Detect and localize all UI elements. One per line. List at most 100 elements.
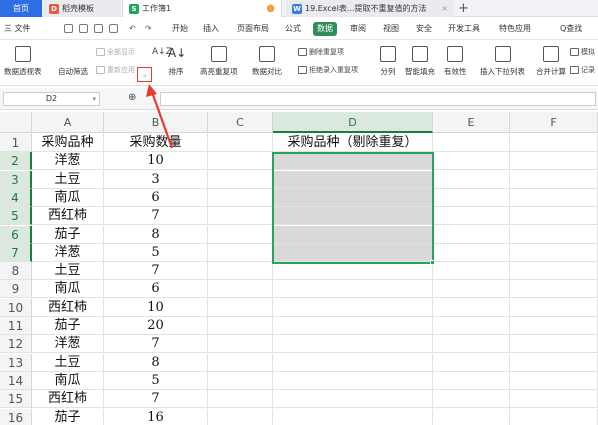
cell-b16[interactable]: 16 bbox=[104, 408, 208, 425]
cell-d4[interactable] bbox=[273, 188, 433, 207]
row-header-2[interactable]: 2 bbox=[0, 152, 32, 171]
simulate-button[interactable]: 模拟 bbox=[570, 47, 595, 57]
cell-c16[interactable] bbox=[208, 408, 273, 425]
row-header-1[interactable]: 1 bbox=[0, 134, 32, 152]
cell-b3[interactable]: 3 bbox=[104, 170, 208, 189]
menu-home[interactable]: 开始 bbox=[172, 18, 188, 40]
cell-f1[interactable] bbox=[510, 134, 598, 152]
menu-insert[interactable]: 插入 bbox=[203, 18, 219, 40]
cell-b5[interactable]: 7 bbox=[104, 207, 208, 226]
cell-a11[interactable]: 茄子 bbox=[32, 317, 104, 335]
cell-d6[interactable] bbox=[273, 225, 433, 244]
cell-d5[interactable] bbox=[273, 207, 433, 226]
menu-formula[interactable]: 公式 bbox=[285, 18, 301, 40]
cell-a15[interactable]: 西红柿 bbox=[32, 390, 104, 409]
row-header-3[interactable]: 3 bbox=[0, 170, 32, 189]
cell-f10[interactable] bbox=[510, 298, 598, 317]
save-icon[interactable] bbox=[64, 24, 73, 33]
menu-features[interactable]: 特色应用 bbox=[499, 18, 531, 40]
cell-c15[interactable] bbox=[208, 390, 273, 409]
column-header-e[interactable]: E bbox=[433, 112, 510, 133]
cell-d3[interactable] bbox=[273, 170, 433, 189]
menu-security[interactable]: 安全 bbox=[416, 18, 432, 40]
reject-dup-button[interactable]: 拒绝录入重复项 bbox=[298, 65, 358, 75]
menu-developer[interactable]: 开发工具 bbox=[448, 18, 480, 40]
cell-e14[interactable] bbox=[433, 371, 510, 390]
cell-c10[interactable] bbox=[208, 298, 273, 317]
cell-e7[interactable] bbox=[433, 243, 510, 262]
cell-a14[interactable]: 南瓜 bbox=[32, 371, 104, 390]
tab-docer[interactable]: D 稻壳模板 bbox=[43, 0, 121, 17]
row-header-14[interactable]: 14 bbox=[0, 371, 32, 390]
cell-d7[interactable] bbox=[273, 243, 433, 262]
cell-c5[interactable] bbox=[208, 207, 273, 226]
cell-a6[interactable]: 茄子 bbox=[32, 225, 104, 244]
row-header-9[interactable]: 9 bbox=[0, 280, 32, 299]
redo-icon[interactable]: ↷ bbox=[145, 18, 152, 40]
show-all-button[interactable]: 全部显示 bbox=[96, 47, 135, 57]
export-icon[interactable] bbox=[79, 24, 88, 33]
cell-b1[interactable]: 采购数量 bbox=[104, 134, 208, 152]
cell-f6[interactable] bbox=[510, 225, 598, 244]
cell-d10[interactable] bbox=[273, 298, 433, 317]
cell-a3[interactable]: 土豆 bbox=[32, 170, 104, 189]
cell-e5[interactable] bbox=[433, 207, 510, 226]
cell-f4[interactable] bbox=[510, 188, 598, 207]
cell-c13[interactable] bbox=[208, 353, 273, 372]
row-header-8[interactable]: 8 bbox=[0, 262, 32, 281]
pivot-table-button[interactable]: 数据透视表 bbox=[4, 44, 42, 77]
cell-a9[interactable]: 南瓜 bbox=[32, 280, 104, 299]
row-header-6[interactable]: 6 bbox=[0, 225, 32, 244]
highlight-dup-button[interactable]: 高亮重复项 bbox=[200, 44, 238, 77]
row-header-4[interactable]: 4 bbox=[0, 188, 32, 207]
consolidate-button[interactable]: 合并计算 bbox=[536, 44, 566, 77]
formula-input[interactable] bbox=[160, 92, 596, 106]
cell-a1[interactable]: 采购品种 bbox=[32, 134, 104, 152]
cell-b14[interactable]: 5 bbox=[104, 371, 208, 390]
tab-home[interactable]: 首页 bbox=[0, 0, 42, 17]
menu-review[interactable]: 审阅 bbox=[350, 18, 366, 40]
preview-icon[interactable] bbox=[109, 24, 118, 33]
cell-e1[interactable] bbox=[433, 134, 510, 152]
row-header-10[interactable]: 10 bbox=[0, 298, 32, 317]
split-button[interactable]: 分列 bbox=[380, 44, 396, 77]
cell-c1[interactable] bbox=[208, 134, 273, 152]
cell-e15[interactable] bbox=[433, 390, 510, 409]
autofilter-button[interactable]: 自动筛选 bbox=[58, 44, 88, 77]
cell-f3[interactable] bbox=[510, 170, 598, 189]
cell-b6[interactable]: 8 bbox=[104, 225, 208, 244]
cell-d8[interactable] bbox=[273, 262, 433, 281]
tab-workbook[interactable]: S 工作簿1 ● bbox=[122, 0, 282, 17]
cell-c6[interactable] bbox=[208, 225, 273, 244]
cell-f9[interactable] bbox=[510, 280, 598, 299]
cell-e4[interactable] bbox=[433, 188, 510, 207]
cell-c12[interactable] bbox=[208, 335, 273, 354]
cell-c7[interactable] bbox=[208, 243, 273, 262]
cell-d16[interactable] bbox=[273, 408, 433, 425]
cell-e6[interactable] bbox=[433, 225, 510, 244]
menu-data[interactable]: 数据 bbox=[313, 22, 337, 36]
row-header-7[interactable]: 7 bbox=[0, 243, 32, 262]
dialog-launcher-icon[interactable]: ⌟ bbox=[137, 67, 152, 82]
column-header-f[interactable]: F bbox=[510, 112, 598, 133]
cell-e9[interactable] bbox=[433, 280, 510, 299]
cell-f12[interactable] bbox=[510, 335, 598, 354]
cell-a8[interactable]: 土豆 bbox=[32, 262, 104, 281]
cell-d13[interactable] bbox=[273, 353, 433, 372]
zoom-icon[interactable]: ⊕ bbox=[128, 92, 136, 103]
cell-c11[interactable] bbox=[208, 317, 273, 335]
row-header-12[interactable]: 12 bbox=[0, 335, 32, 354]
cell-e13[interactable] bbox=[433, 353, 510, 372]
cell-a10[interactable]: 西红柿 bbox=[32, 298, 104, 317]
sort-button[interactable]: A↓ 排序 bbox=[168, 44, 186, 77]
cell-b13[interactable]: 8 bbox=[104, 353, 208, 372]
cell-b9[interactable]: 6 bbox=[104, 280, 208, 299]
reapply-button[interactable]: 重新应用 bbox=[96, 65, 135, 75]
cell-d12[interactable] bbox=[273, 335, 433, 354]
cell-f11[interactable] bbox=[510, 317, 598, 335]
dropdown-button[interactable]: 插入下拉列表 bbox=[480, 44, 525, 77]
new-tab-icon[interactable]: + bbox=[458, 0, 469, 17]
cell-e3[interactable] bbox=[433, 170, 510, 189]
cell-d15[interactable] bbox=[273, 390, 433, 409]
cell-b10[interactable]: 10 bbox=[104, 298, 208, 317]
